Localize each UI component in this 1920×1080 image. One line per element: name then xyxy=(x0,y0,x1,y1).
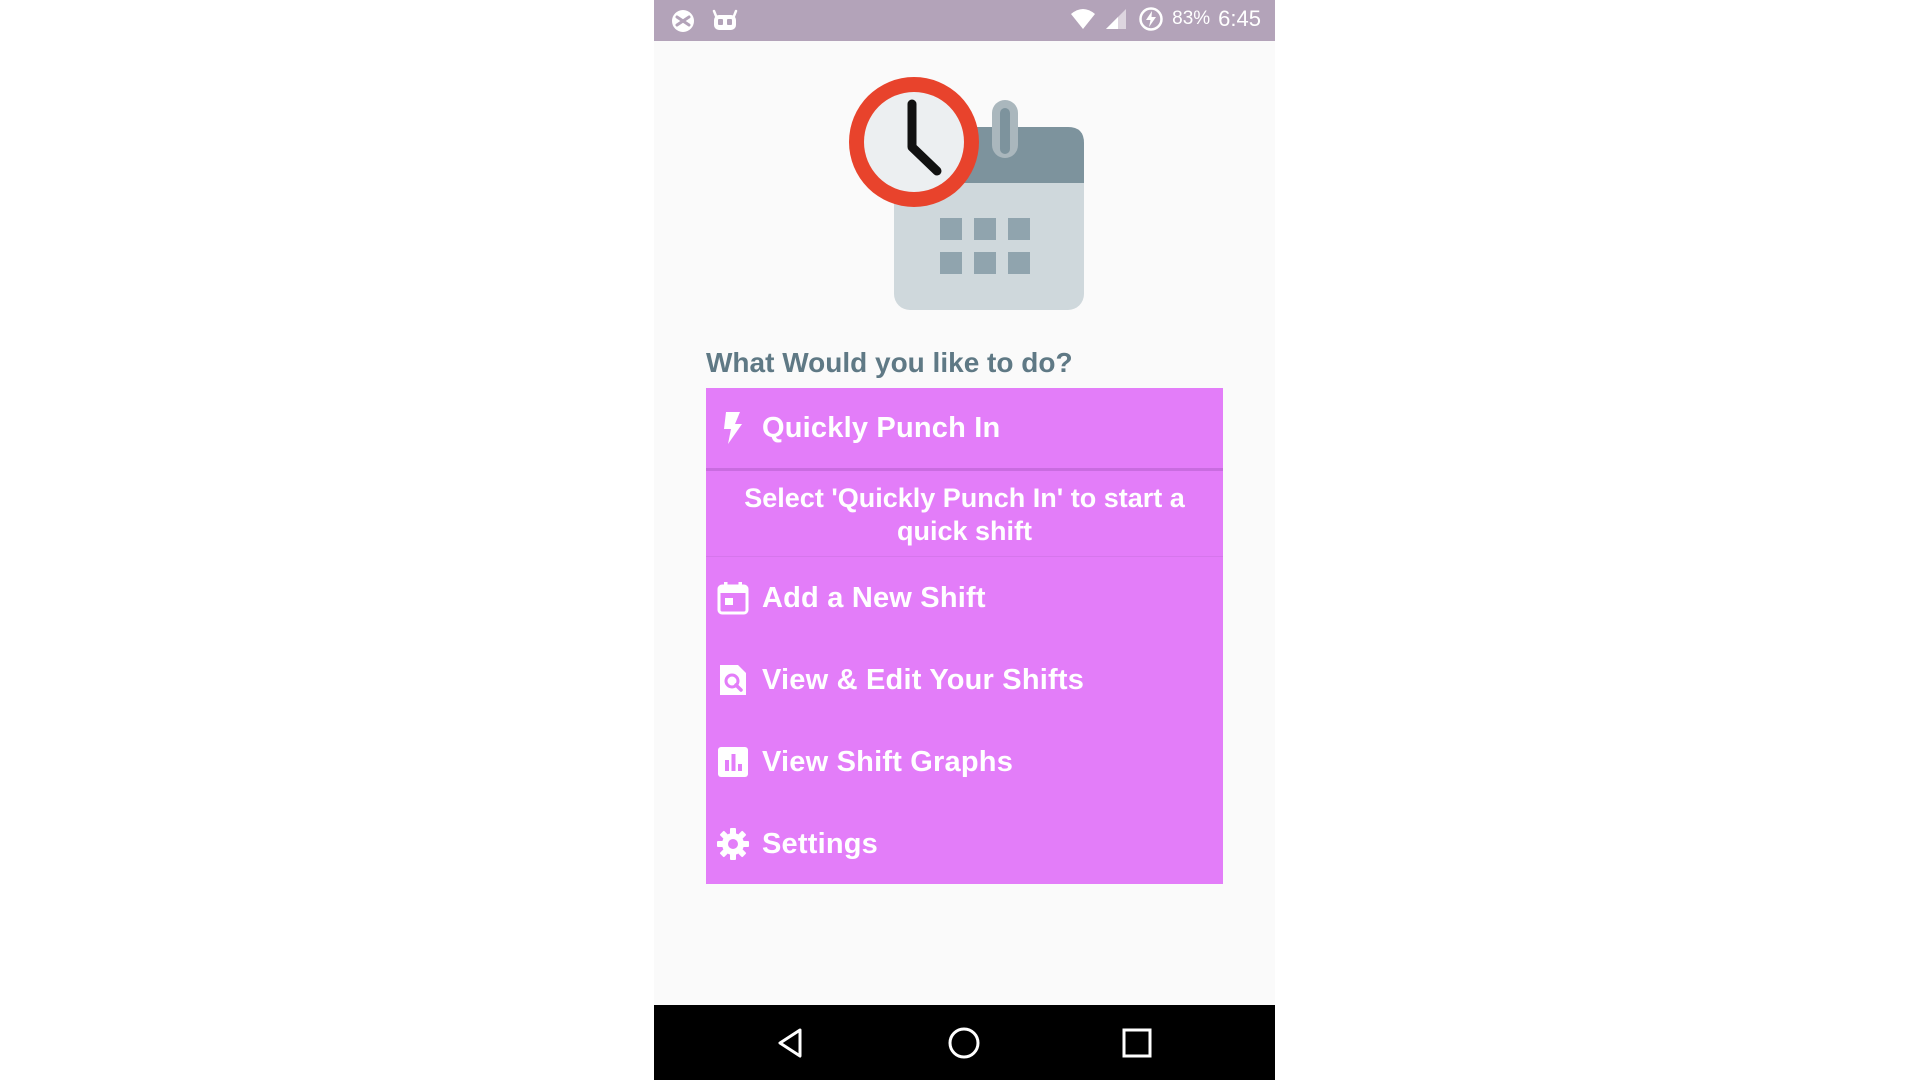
navigation-bar xyxy=(654,1005,1275,1080)
quick-punch-in-label: Quickly Punch In xyxy=(762,411,1001,444)
add-new-shift-button[interactable]: Add a New Shift xyxy=(706,558,1223,638)
settings-label: Settings xyxy=(762,827,878,860)
clock-calendar-logo xyxy=(849,77,1084,310)
wifi-icon xyxy=(1071,9,1096,29)
hint-divider xyxy=(706,556,1223,557)
cell-signal-icon xyxy=(1106,9,1127,29)
no-sync-icon xyxy=(672,10,694,32)
home-button[interactable] xyxy=(944,1023,984,1063)
quick-punch-in-button[interactable]: Quickly Punch In xyxy=(706,388,1223,468)
back-button[interactable] xyxy=(770,1023,810,1063)
cyanogen-mascot-icon xyxy=(712,9,738,30)
gear-icon xyxy=(716,827,750,861)
status-bar: 83% 6:45 xyxy=(654,0,1275,41)
menu-divider xyxy=(706,468,1223,471)
recents-button[interactable] xyxy=(1117,1023,1157,1063)
battery-charging-icon xyxy=(1139,7,1163,31)
home-circle-icon xyxy=(948,1027,980,1059)
view-edit-shifts-label: View & Edit Your Shifts xyxy=(762,663,1085,696)
action-menu: Quickly Punch In Select 'Quickly Punch I… xyxy=(706,388,1223,884)
lightning-bolt-icon xyxy=(716,411,750,445)
view-shift-graphs-label: View Shift Graphs xyxy=(762,745,1014,778)
battery-percent: 83% xyxy=(1172,8,1211,29)
status-clock: 6:45 xyxy=(1218,6,1261,31)
quick-punch-hint: Select 'Quickly Punch In' to start a qui… xyxy=(744,483,1185,546)
status-right-icons: 83% 6:45 xyxy=(1070,6,1261,32)
status-left-icons xyxy=(670,8,738,34)
view-shift-graphs-button[interactable]: View Shift Graphs xyxy=(706,722,1223,802)
recents-square-icon xyxy=(1122,1028,1152,1058)
back-triangle-icon xyxy=(778,1028,802,1058)
document-search-icon xyxy=(716,663,750,697)
page-question: What Would you like to do? xyxy=(706,347,1073,378)
phone-screen: 83% 6:45 What Would you like to do? Quic… xyxy=(654,0,1275,1080)
add-new-shift-label: Add a New Shift xyxy=(762,581,986,614)
calendar-icon xyxy=(716,581,750,615)
bar-chart-icon xyxy=(716,745,750,779)
settings-button[interactable]: Settings xyxy=(706,804,1223,884)
view-edit-shifts-button[interactable]: View & Edit Your Shifts xyxy=(706,640,1223,720)
